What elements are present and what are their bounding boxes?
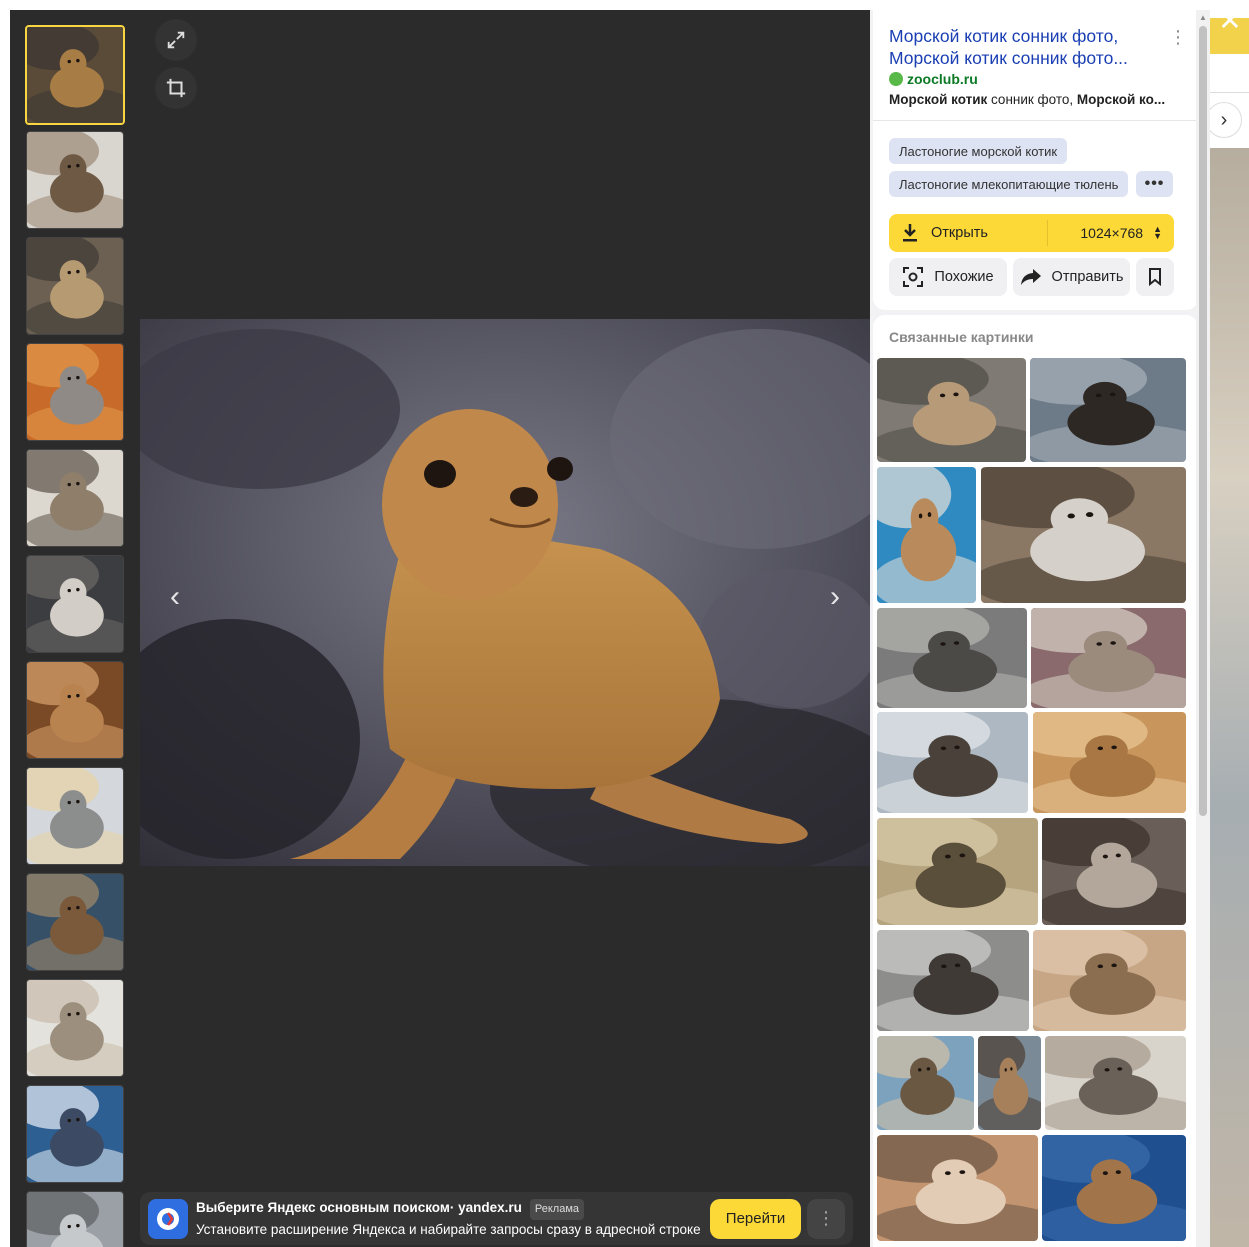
- image-snippet: Морской котик сонник фото, Морской ко...: [889, 92, 1179, 107]
- share-button[interactable]: Отправить: [1013, 258, 1130, 296]
- site-favicon-icon: [889, 72, 903, 86]
- scrollbar[interactable]: ▲: [1196, 10, 1210, 1247]
- snippet-highlight: Морской ко...: [1076, 92, 1166, 107]
- background-divider: [1208, 92, 1249, 93]
- open-button[interactable]: Открыть 1024×768 ▲ ▼: [889, 214, 1174, 252]
- open-action[interactable]: Открыть: [889, 214, 1047, 252]
- background-image-column: [1210, 148, 1249, 1247]
- ad-domain: · yandex.ru: [449, 1200, 522, 1215]
- related-image[interactable]: [978, 1036, 1041, 1130]
- thumbnail-image[interactable]: [26, 131, 124, 229]
- lens-icon: [902, 266, 924, 288]
- related-image[interactable]: [877, 467, 976, 603]
- similar-label: Похожие: [934, 269, 994, 285]
- share-label: Отправить: [1051, 269, 1124, 285]
- open-label: Открыть: [931, 225, 988, 241]
- related-image[interactable]: [1045, 1036, 1186, 1130]
- thumbnail-image[interactable]: [25, 25, 125, 125]
- related-image[interactable]: [877, 930, 1029, 1031]
- ad-banner[interactable]: Выберите Яндекс основным поиском· yandex…: [140, 1192, 853, 1245]
- chevron-left-icon[interactable]: ‹: [155, 577, 195, 617]
- similar-button[interactable]: Похожие: [889, 258, 1007, 296]
- size-label: 1024×768: [1080, 225, 1144, 241]
- related-images-section: Связанные картинки: [873, 315, 1198, 1247]
- related-image[interactable]: [1030, 358, 1186, 462]
- bookmark-icon[interactable]: [1136, 258, 1174, 296]
- background-next-arrow-icon: ›: [1206, 102, 1242, 138]
- related-image[interactable]: [1033, 930, 1186, 1031]
- related-image[interactable]: [877, 1135, 1038, 1241]
- tag-chip[interactable]: Ластоногие морской котик: [889, 138, 1068, 164]
- info-panel: Морской котик сонник фото, Морской котик…: [870, 10, 1210, 1247]
- tag-chip[interactable]: Ластоногие млекопитающие тюлень: [889, 171, 1129, 197]
- related-image[interactable]: [1042, 818, 1186, 925]
- related-image[interactable]: [981, 467, 1186, 603]
- related-image[interactable]: [877, 608, 1027, 708]
- chevron-right-icon[interactable]: ›: [815, 577, 855, 617]
- yandex-browser-icon: [148, 1198, 188, 1239]
- image-viewer-overlay: ‹ › Выберите Яндекс основным поиском· ya…: [10, 10, 1210, 1247]
- related-image[interactable]: [877, 712, 1028, 813]
- close-icon[interactable]: ✕: [1214, 4, 1246, 36]
- main-image: [140, 319, 870, 866]
- related-image[interactable]: [1031, 608, 1186, 708]
- more-dots-icon[interactable]: •••: [1136, 171, 1173, 197]
- ad-menu-icon[interactable]: ⋮: [807, 1198, 845, 1239]
- thumbnail-image[interactable]: [26, 449, 124, 547]
- sort-arrows-icon: ▲ ▼: [1153, 224, 1162, 241]
- kebab-icon[interactable]: ⋮: [1169, 28, 1187, 46]
- scroll-up-icon[interactable]: ▲: [1199, 13, 1207, 22]
- thumbnail-image[interactable]: [26, 237, 124, 335]
- related-title: Связанные картинки: [889, 329, 1034, 345]
- thumbnail-strip[interactable]: [25, 25, 125, 1247]
- related-image[interactable]: [877, 818, 1038, 925]
- snippet-text: сонник фото,: [987, 92, 1077, 107]
- divider: [873, 120, 1198, 121]
- related-image[interactable]: [877, 358, 1026, 462]
- source-link[interactable]: zooclub.ru: [889, 71, 978, 87]
- source-domain: zooclub.ru: [907, 71, 978, 87]
- snippet-highlight: Морской котик: [889, 92, 988, 107]
- crop-icon[interactable]: [155, 67, 197, 109]
- ad-go-button[interactable]: Перейти: [710, 1198, 801, 1239]
- thumbnail-image[interactable]: [26, 767, 124, 865]
- download-icon: [903, 224, 917, 242]
- thumbnail-image[interactable]: [26, 555, 124, 653]
- share-arrow-icon: [1020, 268, 1042, 286]
- thumbnail-image[interactable]: [26, 343, 124, 441]
- size-selector[interactable]: 1024×768 ▲ ▼: [1048, 214, 1174, 252]
- ad-description: Установите расширение Яндекса и набирайт…: [196, 1222, 701, 1237]
- thumbnail-image[interactable]: [26, 873, 124, 971]
- related-image[interactable]: [877, 1036, 974, 1130]
- ad-title: Выберите Яндекс основным поиском: [196, 1200, 450, 1215]
- thumbnail-image[interactable]: [26, 979, 124, 1077]
- ad-label: Реклама: [529, 1199, 585, 1220]
- scrollbar-thumb[interactable]: [1199, 26, 1207, 816]
- expand-icon[interactable]: [155, 19, 197, 61]
- thumbnail-image[interactable]: [26, 1191, 124, 1247]
- thumbnail-image[interactable]: [26, 661, 124, 759]
- thumbnail-image[interactable]: [26, 1085, 124, 1183]
- related-image[interactable]: [1042, 1135, 1186, 1241]
- ad-text-block: Выберите Яндекс основным поиском· yandex…: [196, 1198, 710, 1239]
- related-image[interactable]: [1033, 712, 1186, 813]
- image-title-link[interactable]: Морской котик сонник фото, Морской котик…: [889, 25, 1159, 69]
- image-info-card: Морской котик сонник фото, Морской котик…: [873, 10, 1198, 310]
